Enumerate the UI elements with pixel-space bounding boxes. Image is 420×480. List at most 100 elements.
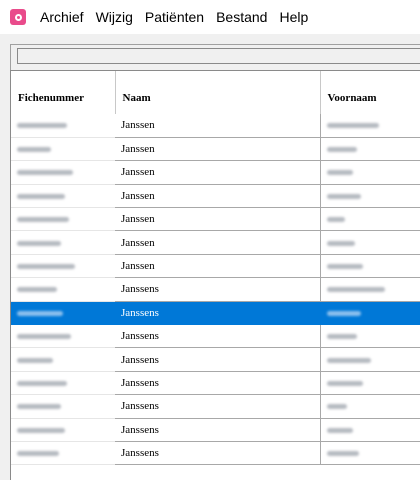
redacted-value bbox=[17, 193, 65, 199]
cell-naam[interactable]: Janssens bbox=[115, 418, 321, 442]
table-row[interactable]: Janssen bbox=[11, 230, 420, 255]
table-row[interactable]: Janssens bbox=[11, 418, 420, 442]
redacted-value bbox=[326, 310, 361, 316]
redacted-value bbox=[17, 240, 61, 246]
redacted-value bbox=[17, 357, 53, 363]
redacted-value bbox=[17, 310, 63, 316]
redacted-value bbox=[326, 287, 385, 293]
table-row[interactable]: Janssen bbox=[11, 254, 420, 279]
cell-voornaam[interactable] bbox=[320, 254, 420, 279]
redacted-value bbox=[326, 404, 347, 410]
redacted-value bbox=[326, 451, 359, 457]
cell-voornaam[interactable] bbox=[320, 184, 420, 209]
cell-fichenummer[interactable] bbox=[11, 184, 115, 209]
table-row[interactable]: Janssen bbox=[11, 184, 420, 209]
table-row[interactable]: Janssen bbox=[11, 160, 420, 185]
cell-voornaam[interactable] bbox=[320, 230, 420, 255]
cell-voornaam[interactable] bbox=[320, 301, 420, 326]
table-row[interactable]: Janssens bbox=[11, 277, 420, 302]
cell-voornaam[interactable] bbox=[320, 418, 420, 442]
cell-voornaam[interactable] bbox=[320, 207, 420, 232]
redacted-value bbox=[17, 287, 57, 293]
cell-voornaam[interactable] bbox=[320, 277, 420, 302]
cell-fichenummer[interactable] bbox=[11, 114, 115, 138]
redacted-value bbox=[326, 217, 345, 223]
table-row[interactable]: Janssens bbox=[11, 347, 420, 372]
column-header-naam[interactable]: Naam bbox=[115, 71, 321, 114]
menu-bar: Archief Wijzig Patiënten Bestand Help bbox=[0, 0, 420, 34]
redacted-value bbox=[17, 334, 71, 340]
cell-fichenummer[interactable] bbox=[11, 301, 115, 326]
redacted-value bbox=[326, 380, 363, 386]
cell-naam[interactable]: Janssens bbox=[115, 394, 321, 419]
cell-naam[interactable]: Janssens bbox=[115, 277, 321, 302]
redacted-value bbox=[326, 147, 357, 153]
cell-voornaam[interactable] bbox=[320, 394, 420, 419]
menu-bestand[interactable]: Bestand bbox=[210, 0, 273, 34]
cell-voornaam[interactable] bbox=[320, 114, 420, 138]
app-logo-icon[interactable] bbox=[10, 9, 26, 25]
menu-wijzig[interactable]: Wijzig bbox=[90, 0, 139, 34]
cell-naam[interactable]: Janssens bbox=[115, 347, 321, 372]
cell-naam[interactable]: Janssen bbox=[115, 114, 321, 138]
cell-fichenummer[interactable] bbox=[11, 137, 115, 162]
column-header-fichenummer[interactable]: Fichenummer bbox=[11, 71, 116, 114]
cell-voornaam[interactable] bbox=[320, 371, 420, 396]
cell-naam[interactable]: Janssen bbox=[115, 137, 321, 162]
redacted-value bbox=[17, 427, 65, 433]
cell-naam[interactable]: Janssens bbox=[115, 301, 321, 326]
cell-naam[interactable]: Janssens bbox=[115, 441, 321, 466]
cell-voornaam[interactable] bbox=[320, 137, 420, 162]
cell-fichenummer[interactable] bbox=[11, 441, 115, 466]
cell-fichenummer[interactable] bbox=[11, 277, 115, 302]
table-row[interactable]: Janssen bbox=[11, 114, 420, 138]
patient-table: Fichenummer Naam Voornaam Janssen Janssen… bbox=[10, 70, 420, 480]
cell-naam[interactable]: Janssen bbox=[115, 207, 321, 232]
redacted-value bbox=[326, 170, 353, 176]
table-row[interactable]: Janssens bbox=[11, 394, 420, 419]
menu-patienten[interactable]: Patiënten bbox=[139, 0, 210, 34]
redacted-value bbox=[17, 170, 73, 176]
redacted-value bbox=[326, 264, 363, 269]
redacted-value bbox=[326, 240, 355, 246]
cell-voornaam[interactable] bbox=[320, 441, 420, 466]
menu-archief[interactable]: Archief bbox=[34, 0, 90, 34]
cell-fichenummer[interactable] bbox=[11, 254, 115, 279]
cell-voornaam[interactable] bbox=[320, 347, 420, 372]
cell-fichenummer[interactable] bbox=[11, 394, 115, 419]
menu-help[interactable]: Help bbox=[273, 0, 314, 34]
cell-naam[interactable]: Janssen bbox=[115, 160, 321, 185]
cell-voornaam[interactable] bbox=[320, 160, 420, 185]
redacted-value bbox=[17, 451, 59, 457]
cell-fichenummer[interactable] bbox=[11, 207, 115, 232]
toolbar-strip bbox=[17, 48, 420, 64]
cell-naam[interactable]: Janssens bbox=[115, 371, 321, 396]
redacted-value bbox=[326, 427, 353, 433]
cell-fichenummer[interactable] bbox=[11, 230, 115, 255]
column-header-voornaam[interactable]: Voornaam bbox=[320, 71, 420, 114]
cell-fichenummer[interactable] bbox=[11, 347, 115, 372]
table-row[interactable]: Janssen bbox=[11, 137, 420, 162]
table-row[interactable]: Janssen bbox=[11, 207, 420, 232]
cell-fichenummer[interactable] bbox=[11, 418, 115, 442]
redacted-value bbox=[17, 147, 51, 153]
cell-fichenummer[interactable] bbox=[11, 160, 115, 185]
cell-naam[interactable]: Janssens bbox=[115, 324, 321, 349]
table-row[interactable]: Janssens bbox=[11, 371, 420, 396]
cell-naam[interactable]: Janssen bbox=[115, 254, 321, 279]
redacted-value bbox=[17, 404, 61, 410]
table-row[interactable]: Janssens bbox=[11, 301, 420, 326]
redacted-value bbox=[17, 264, 75, 269]
cell-naam[interactable]: Janssen bbox=[115, 230, 321, 255]
table-header-row: Fichenummer Naam Voornaam bbox=[11, 71, 420, 114]
redacted-value bbox=[17, 123, 67, 129]
cell-naam[interactable]: Janssen bbox=[115, 184, 321, 209]
table-row[interactable]: Janssens bbox=[11, 324, 420, 349]
redacted-value bbox=[17, 380, 67, 386]
redacted-value bbox=[326, 123, 379, 129]
cell-fichenummer[interactable] bbox=[11, 371, 115, 396]
cell-fichenummer[interactable] bbox=[11, 324, 115, 349]
cell-voornaam[interactable] bbox=[320, 324, 420, 349]
redacted-value bbox=[326, 357, 371, 363]
table-row[interactable]: Janssens bbox=[11, 441, 420, 466]
